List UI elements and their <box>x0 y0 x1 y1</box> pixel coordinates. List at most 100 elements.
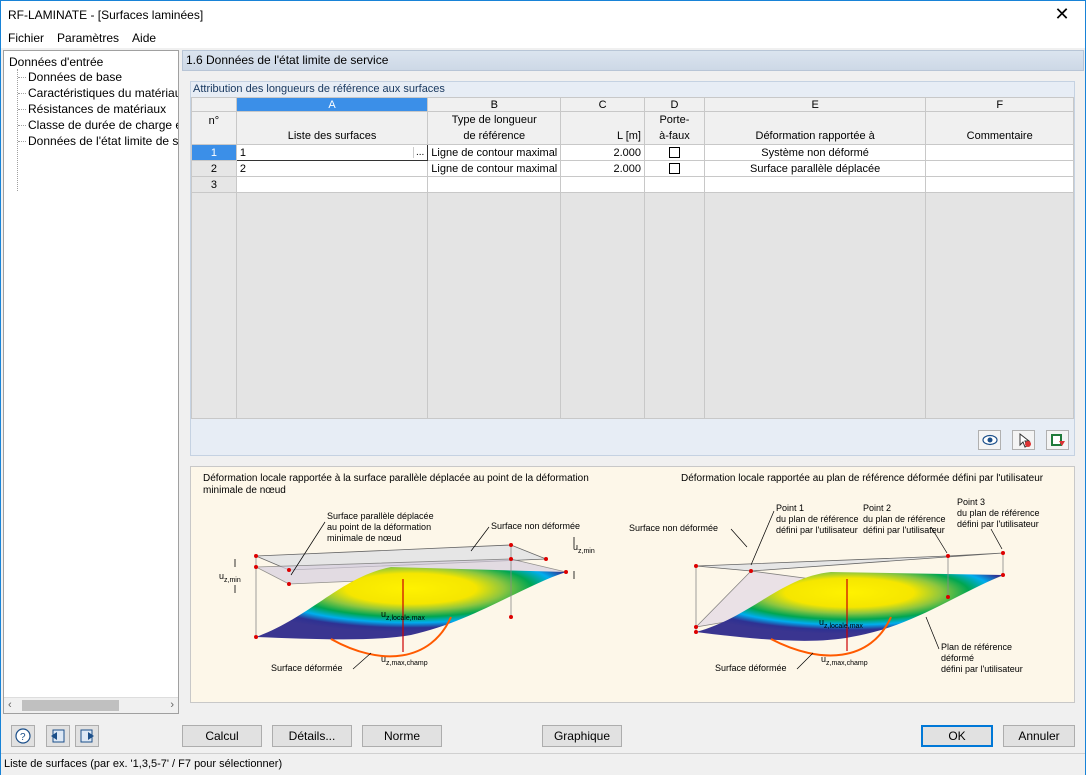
calculation-button[interactable]: Calcul <box>182 725 262 747</box>
arrow-right-icon <box>80 729 94 743</box>
surface-list-cell[interactable]: 2 <box>235 160 429 177</box>
label-point2-1: Point 2 <box>863 503 891 513</box>
menu-parametres[interactable]: Paramètres <box>57 31 119 45</box>
header-cantilever-line1: Porte- <box>643 111 705 128</box>
label-plane-2: déformé <box>941 653 974 663</box>
eye-icon[interactable] <box>978 430 1001 450</box>
comment-cell[interactable] <box>925 144 1074 161</box>
label-deformed-left: Surface déformée <box>271 663 343 673</box>
label-parallel-2: au point de la déformation <box>327 522 431 532</box>
label-point2-2: du plan de référence <box>863 514 946 524</box>
left-diagram: Surface parallèle déplacée au point de l… <box>219 511 595 673</box>
cantilever-checkbox[interactable] <box>668 147 680 159</box>
previous-button[interactable] <box>46 725 70 747</box>
deformation-cell[interactable]: Système non déformé <box>703 144 927 161</box>
table-row: 2 2 Ligne de contour maximal 2.000 Surfa… <box>191 160 1074 177</box>
row-number[interactable]: 2 <box>191 160 237 177</box>
label-parallel-3: minimale de nœud <box>327 533 402 543</box>
row-number[interactable]: 3 <box>191 176 237 193</box>
col-header-a[interactable]: A <box>235 97 429 112</box>
menu-fichier[interactable]: Fichier <box>8 31 44 45</box>
reference-type-cell[interactable] <box>427 176 562 193</box>
app-window: RF-LAMINATE - [Surfaces laminées] ✕ Fich… <box>0 0 1086 775</box>
status-bar: Liste de surfaces (par ex. '1,3,5-7' / F… <box>1 753 1085 775</box>
length-cell[interactable] <box>560 176 645 193</box>
navigation-tree: Données d'entrée Données de base Caracté… <box>3 50 179 714</box>
label-point1-3: défini par l'utilisateur <box>776 525 858 535</box>
col-header-f[interactable]: F <box>925 97 1074 112</box>
help-button[interactable]: ? <box>11 725 35 747</box>
export-icon[interactable] <box>1046 430 1069 450</box>
label-deformed-right: Surface déformée <box>715 663 787 673</box>
surface-list-cell[interactable]: 1... <box>235 144 429 161</box>
col-header-c[interactable]: C <box>560 97 645 112</box>
header-cantilever-line2: à-faux <box>643 127 705 145</box>
menu-bar: Fichier Paramètres Aide <box>1 28 1085 48</box>
header-surface-list: Liste des surfaces <box>235 127 429 145</box>
svg-text:?: ? <box>20 732 26 743</box>
tree-root[interactable]: Données d'entrée <box>9 55 103 69</box>
norm-button[interactable]: Norme <box>362 725 442 747</box>
deformation-cell[interactable] <box>703 176 927 193</box>
length-cell[interactable]: 2.000 <box>560 144 645 161</box>
col-header-d[interactable]: D <box>643 97 705 112</box>
label-point3-1: Point 3 <box>957 497 985 507</box>
label-uzmin-right: uz,min <box>573 542 595 555</box>
label-point1-2: du plan de référence <box>776 514 859 524</box>
arrow-left-icon <box>51 729 65 743</box>
tree-item-serviceability[interactable]: Données de l'état limite de serv <box>28 134 178 148</box>
window-title: RF-LAMINATE - [Surfaces laminées] <box>8 7 204 22</box>
right-diagram: Surface non déformée Point 1 du plan de … <box>629 497 1040 674</box>
scroll-right-icon[interactable]: › <box>170 699 174 711</box>
col-header-b[interactable]: B <box>427 97 562 112</box>
row-number-header: n° <box>191 111 237 145</box>
reference-type-cell[interactable]: Ligne de contour maximal <box>427 160 562 177</box>
cancel-button[interactable]: Annuler <box>1003 725 1075 747</box>
header-type-line1: Type de longueur <box>427 111 562 128</box>
tree-item-load-duration[interactable]: Classe de durée de charge et c <box>28 118 178 132</box>
reference-type-cell[interactable]: Ligne de contour maximal <box>427 144 562 161</box>
table-row: 3 <box>191 176 1074 193</box>
next-button[interactable] <box>75 725 99 747</box>
surface-list-cell[interactable] <box>235 176 429 193</box>
ok-button[interactable]: OK <box>921 725 993 747</box>
label-point1-1: Point 1 <box>776 503 804 513</box>
close-icon[interactable]: ✕ <box>1039 1 1085 28</box>
main-area: 1.6 Données de l'état limite de service … <box>182 50 1084 714</box>
select-surfaces-button[interactable]: ... <box>412 146 424 158</box>
row-number[interactable]: 1 <box>191 144 237 161</box>
col-header-e[interactable]: E <box>703 97 927 112</box>
data-grid: A B C D E F n° Type de longueur Porte- L… <box>191 97 1074 419</box>
graphic-button[interactable]: Graphique <box>542 725 622 747</box>
tree-item-material[interactable]: Caractéristiques du matériau <box>28 86 178 100</box>
scroll-thumb[interactable] <box>22 700 119 711</box>
dialog-button-bar: ? Calcul Détails... Norme Graphique OK A… <box>1 717 1085 755</box>
pick-icon[interactable] <box>1012 430 1035 450</box>
details-button[interactable]: Détails... <box>272 725 352 747</box>
table-toolbar <box>978 430 1069 450</box>
label-plane-1: Plan de référence <box>941 642 1012 652</box>
header-type-line2: de référence <box>427 127 562 145</box>
cantilever-cell[interactable] <box>643 176 705 193</box>
length-cell[interactable]: 2.000 <box>560 160 645 177</box>
comment-cell[interactable] <box>925 176 1074 193</box>
help-icon: ? <box>15 728 31 744</box>
label-point3-3: défini par l'utilisateur <box>957 519 1039 529</box>
table-row: 1 1... Ligne de contour maximal 2.000 Sy… <box>191 144 1074 161</box>
label-uzmin-left: uz,min <box>219 571 241 584</box>
panel-title: Attribution des longueurs de référence a… <box>193 83 445 95</box>
column-letters-row: A B C D E F <box>191 97 1074 112</box>
label-undeformed-left: Surface non déformée <box>491 521 580 531</box>
deformation-cell[interactable]: Surface parallèle déplacée <box>703 160 927 177</box>
assignment-panel: Attribution des longueurs de référence a… <box>190 81 1075 456</box>
scroll-left-icon[interactable]: ‹ <box>8 699 12 711</box>
illustration-panel: Déformation locale rapportée à la surfac… <box>190 466 1075 703</box>
cantilever-checkbox[interactable] <box>668 163 680 175</box>
tree-item-base-data[interactable]: Données de base <box>28 70 122 84</box>
section-title: 1.6 Données de l'état limite de service <box>182 50 1084 71</box>
comment-cell[interactable] <box>925 160 1074 177</box>
tree-horizontal-scrollbar[interactable]: ‹ › <box>4 697 178 713</box>
menu-aide[interactable]: Aide <box>132 31 156 45</box>
label-parallel-1: Surface parallèle déplacée <box>327 511 434 521</box>
tree-item-resistances[interactable]: Résistances de matériaux <box>28 102 166 116</box>
